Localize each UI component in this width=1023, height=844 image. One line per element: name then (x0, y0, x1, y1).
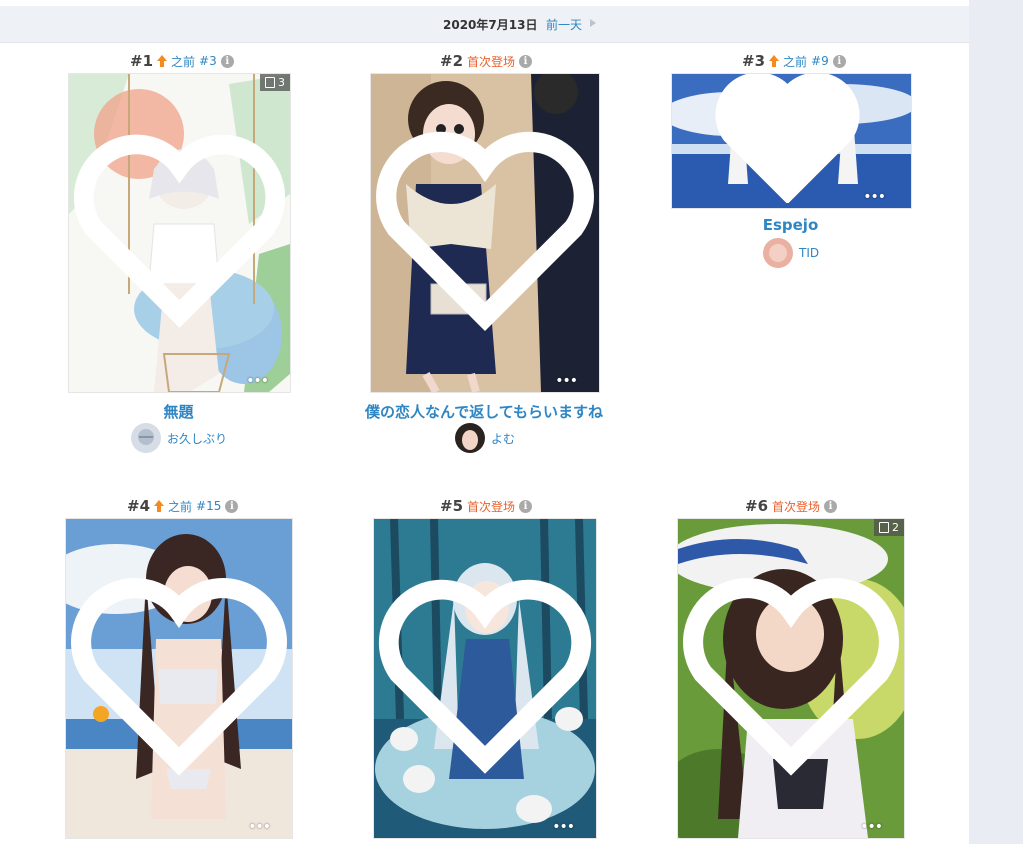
first-time-label: 首次登场 (772, 499, 821, 514)
author-1[interactable]: お久しぶり (131, 423, 227, 453)
chevron-right-icon[interactable] (590, 19, 596, 27)
date-bar: 2020年7月13日 前一天 (0, 6, 969, 43)
info-icon[interactable]: i (519, 54, 533, 68)
avatar[interactable] (455, 423, 485, 453)
rank-header-4: #4 之前 #15 i (127, 497, 239, 515)
rank-number: #2 (440, 52, 464, 70)
artwork-thumbnail-3[interactable]: ••• (671, 73, 912, 209)
info-icon[interactable]: i (824, 499, 838, 513)
rank-number: #4 (127, 497, 151, 515)
current-date: 2020年7月13日 (443, 18, 538, 32)
avatar[interactable] (131, 423, 161, 453)
artwork-title-3[interactable]: Espejo (671, 216, 910, 234)
artwork-thumbnail-2[interactable]: ••• (370, 73, 600, 393)
rank-number: #5 (440, 497, 464, 515)
arrow-up-icon (769, 55, 780, 67)
heart-icon[interactable] (371, 73, 599, 387)
prev-rank-value[interactable]: #9 (811, 54, 829, 68)
rank-header-5: #5 首次登场 i (440, 497, 533, 515)
author-name[interactable]: よむ (491, 430, 515, 447)
artwork-title-1[interactable]: 無題 (68, 401, 289, 422)
author-2[interactable]: よむ (455, 423, 515, 453)
artwork-thumbnail-5[interactable]: ••• (373, 518, 597, 839)
heart-icon[interactable] (69, 73, 290, 387)
prev-rank-label: 之前 (783, 54, 808, 69)
author-name[interactable]: TID (799, 246, 819, 260)
arrow-up-icon (154, 500, 165, 512)
prev-rank-value[interactable]: #15 (196, 499, 221, 513)
first-time-label: 首次登场 (467, 54, 516, 69)
prev-rank-label: 之前 (171, 54, 196, 69)
prev-rank-value[interactable]: #3 (199, 54, 217, 68)
prev-rank-label: 之前 (168, 499, 193, 514)
author-name[interactable]: お久しぶり (167, 430, 227, 447)
heart-icon[interactable] (374, 518, 596, 833)
arrow-up-icon (157, 55, 168, 67)
info-icon[interactable]: i (519, 499, 533, 513)
info-icon[interactable]: i (220, 54, 234, 68)
rank-number: #3 (742, 52, 766, 70)
heart-icon[interactable] (66, 518, 292, 833)
rank-number: #1 (130, 52, 154, 70)
heart-icon[interactable] (671, 73, 907, 203)
artwork-thumbnail-4[interactable]: ••• (65, 518, 293, 839)
avatar[interactable] (763, 238, 793, 268)
first-time-label: 首次登场 (467, 499, 516, 514)
rank-header-6: #6 首次登场 i (745, 497, 838, 515)
artwork-thumbnail-6[interactable]: 2 ••• (677, 518, 905, 839)
rank-number: #6 (745, 497, 769, 515)
info-icon[interactable]: i (225, 499, 239, 513)
artwork-thumbnail-1[interactable]: 3 ••• (68, 73, 291, 393)
rank-header-3: #3 之前 #9 i (742, 52, 846, 70)
author-3[interactable]: TID (763, 238, 819, 268)
rank-header-2: #2 首次登场 i (440, 52, 533, 70)
info-icon[interactable]: i (832, 54, 846, 68)
prev-day-link[interactable]: 前一天 (546, 16, 582, 33)
heart-icon[interactable] (678, 518, 904, 833)
ranking-panel: 2020年7月13日 前一天 #1 之前 #3 i 3 ••• 無題 お久しぶり… (0, 0, 969, 844)
artwork-title-2[interactable]: 僕の恋人なんで返してもらいますね (334, 401, 634, 422)
rank-header-1: #1 之前 #3 i (130, 52, 234, 70)
